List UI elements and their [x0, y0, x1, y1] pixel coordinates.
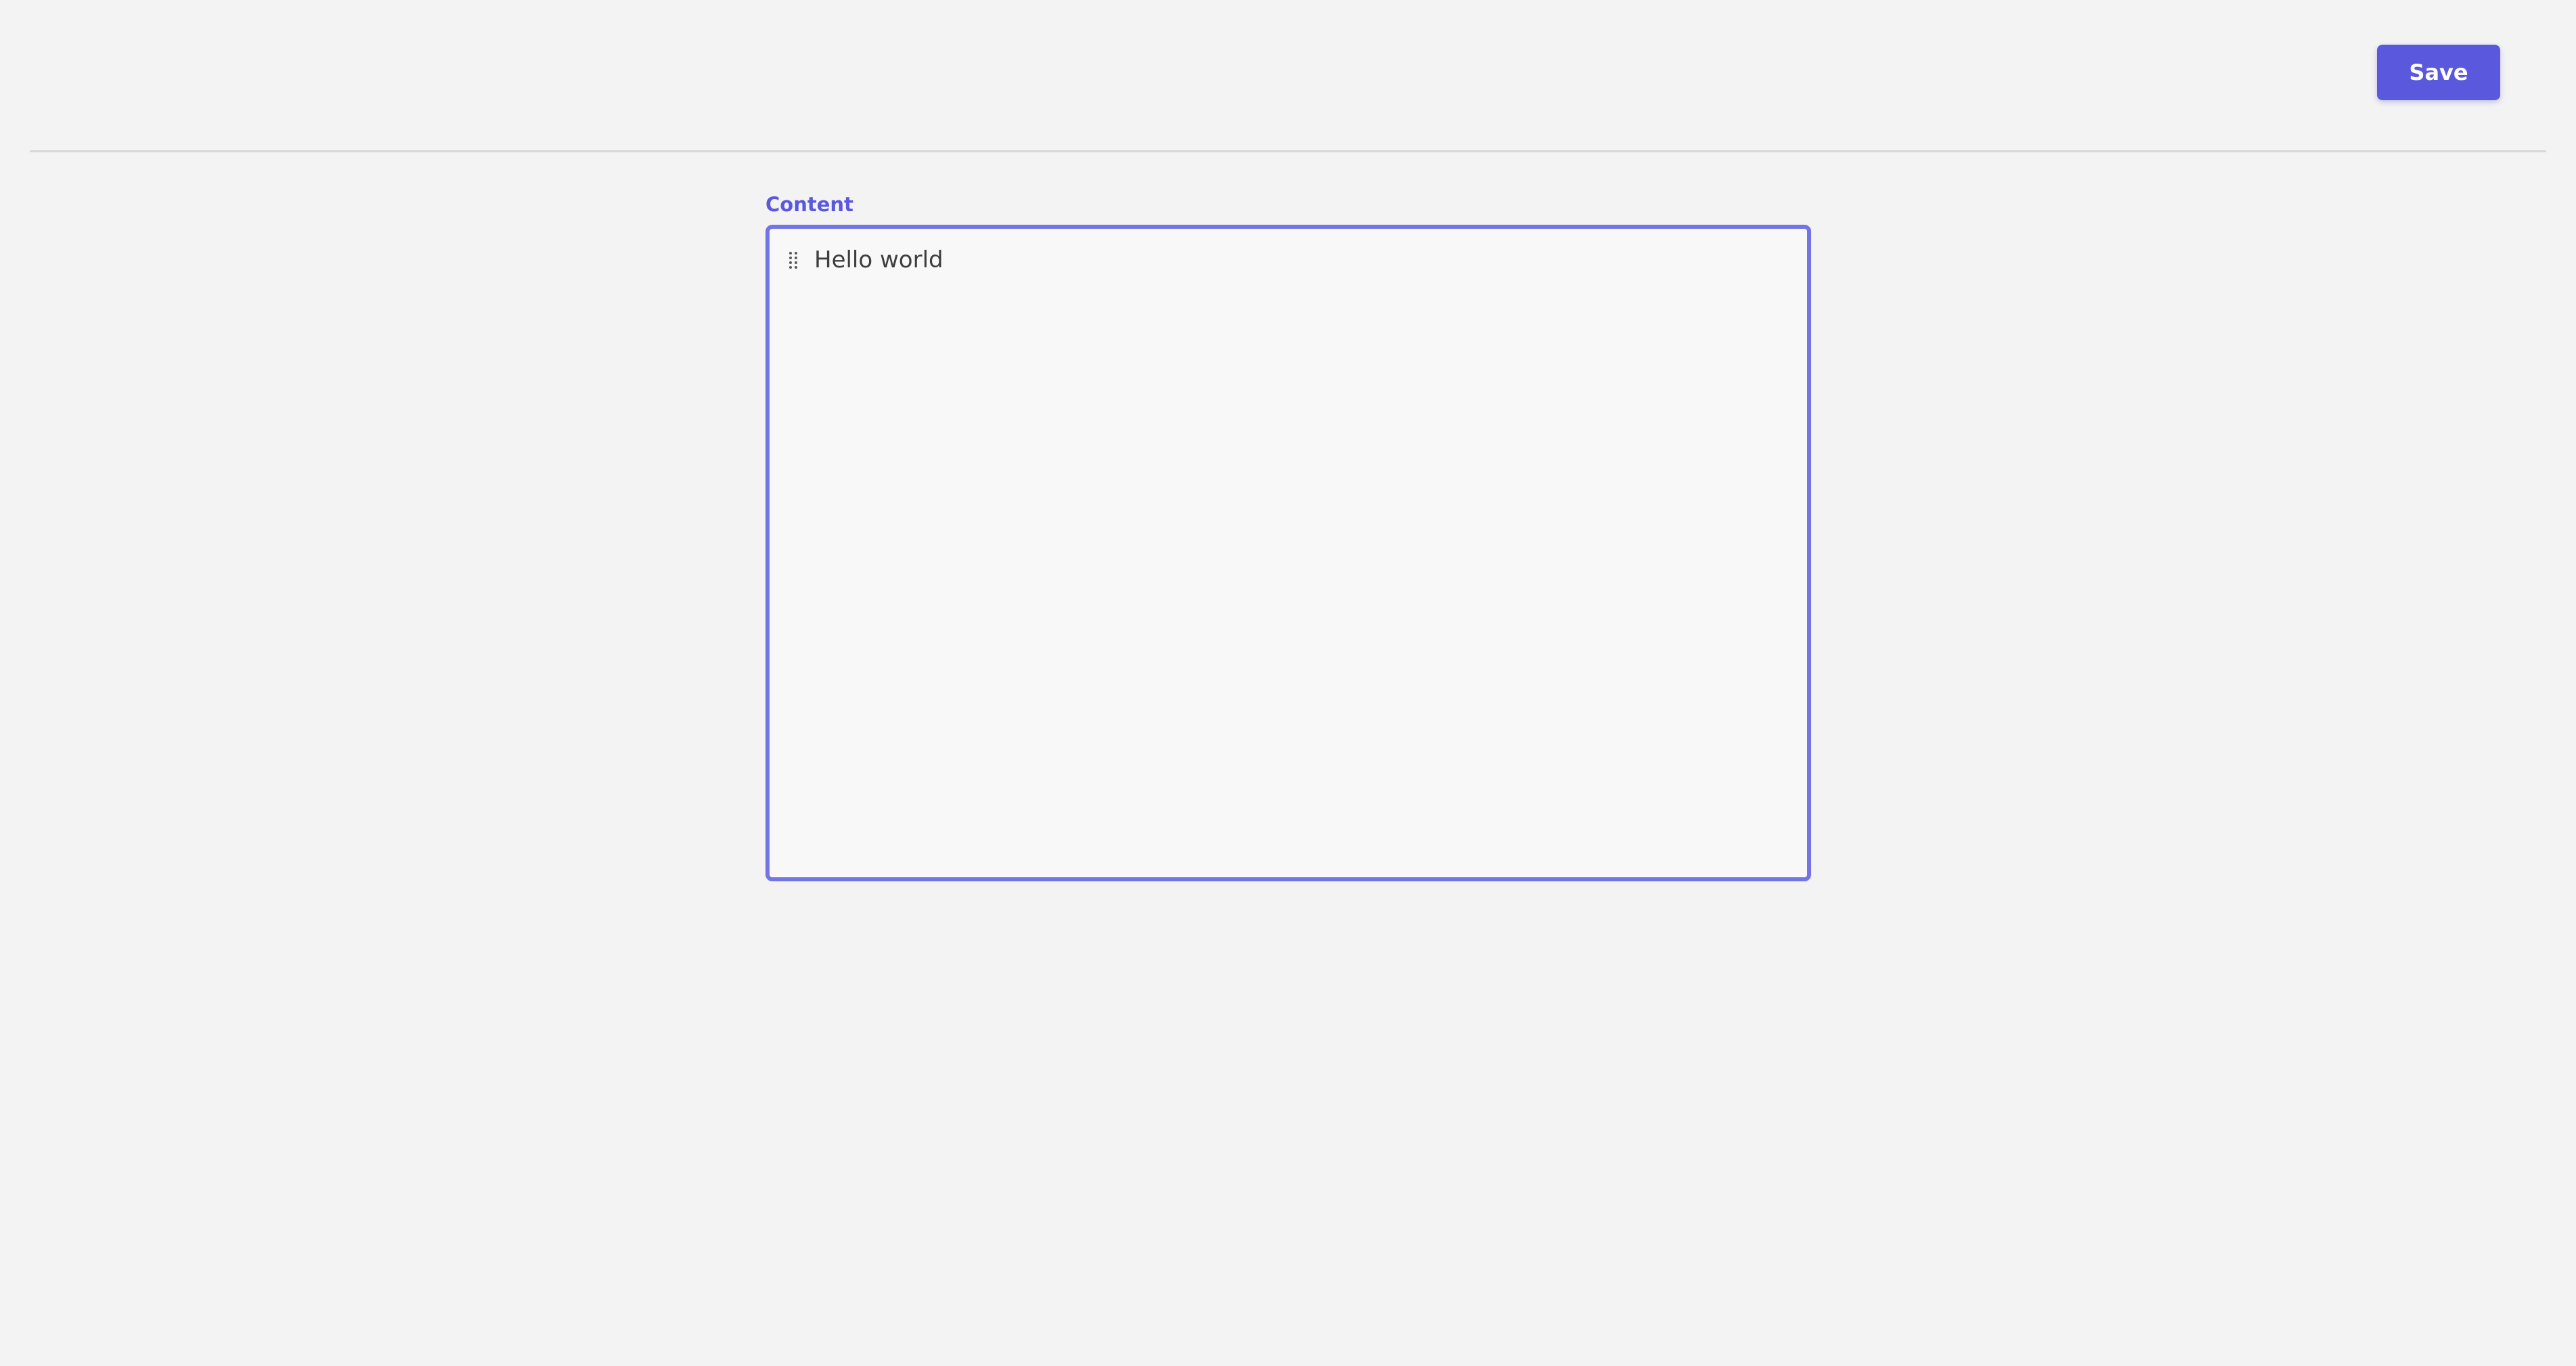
editor-block-text[interactable]: Hello world — [814, 242, 943, 278]
content-field: Content Hello world — [765, 190, 1811, 881]
editor-block[interactable]: Hello world — [784, 242, 943, 278]
save-button[interactable]: Save — [2377, 45, 2500, 100]
content-field-label: Content — [765, 193, 853, 216]
top-bar: Save — [0, 0, 2576, 152]
drag-handle-icon[interactable] — [784, 246, 802, 273]
header-divider — [30, 150, 2546, 152]
rich-text-editor[interactable]: Hello world — [765, 225, 1811, 881]
drag-handle-dots — [789, 252, 797, 269]
